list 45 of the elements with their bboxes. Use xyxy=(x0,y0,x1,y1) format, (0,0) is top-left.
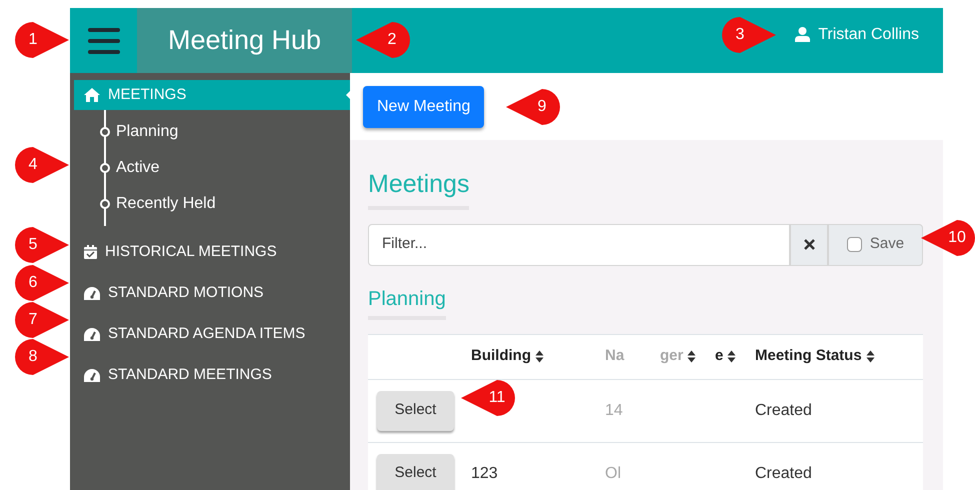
menu-icon xyxy=(88,28,120,54)
filter-field[interactable]: Filter... xyxy=(368,224,790,266)
table-cell: 123 xyxy=(471,464,498,482)
table-cell: Ol xyxy=(605,464,621,482)
callout-marker: 9 xyxy=(506,89,560,125)
callout-marker: 4 xyxy=(15,147,69,183)
select-button[interactable]: Select xyxy=(377,390,454,430)
sidebar-item[interactable]: HISTORICAL MEETINGS xyxy=(74,237,350,267)
callout-marker: 3 xyxy=(722,17,776,53)
table-cell: 14 xyxy=(605,402,623,418)
app-title: Meeting Hub xyxy=(137,8,352,73)
calendar-icon xyxy=(84,245,97,259)
select-button[interactable]: Select xyxy=(377,454,454,490)
sidebar-item[interactable]: STANDARD MEETINGS xyxy=(74,360,350,390)
callout-marker: 10 xyxy=(921,220,975,256)
user-icon xyxy=(795,27,810,42)
sort-icon xyxy=(727,350,736,363)
home-icon xyxy=(84,88,100,102)
save-toggle[interactable]: Save xyxy=(828,224,923,266)
clear-button[interactable] xyxy=(790,224,828,266)
column-header[interactable]: e xyxy=(715,345,736,368)
sort-icon xyxy=(687,350,696,363)
sort-icon xyxy=(535,350,544,363)
column-header[interactable]: Building xyxy=(471,345,544,368)
callout-marker: 11 xyxy=(461,380,515,416)
gauge-icon xyxy=(84,328,100,340)
callout-marker: 7 xyxy=(15,302,69,338)
sidebar-item[interactable]: STANDARD AGENDA ITEMS xyxy=(74,319,350,349)
page-heading: Meetings xyxy=(368,166,470,210)
table-cell: Created xyxy=(755,464,812,482)
sort-icon xyxy=(866,350,875,363)
section-heading: Planning xyxy=(368,284,446,320)
callout-marker: 2 xyxy=(356,22,410,58)
sidebar-item[interactable]: STANDARD MOTIONS xyxy=(74,278,350,308)
column-header[interactable]: Meeting Status xyxy=(755,345,875,368)
callout-marker: 5 xyxy=(15,227,69,263)
callout-marker: 1 xyxy=(15,22,69,58)
callout-marker: 6 xyxy=(15,265,69,301)
table-cell: Created xyxy=(755,402,812,418)
gauge-icon xyxy=(84,286,100,300)
new-meeting-button[interactable]: New Meeting xyxy=(363,86,484,128)
close-icon xyxy=(804,239,814,250)
callout-marker: 8 xyxy=(15,339,69,375)
save-checkbox[interactable] xyxy=(846,237,862,252)
gauge-icon xyxy=(84,368,100,382)
